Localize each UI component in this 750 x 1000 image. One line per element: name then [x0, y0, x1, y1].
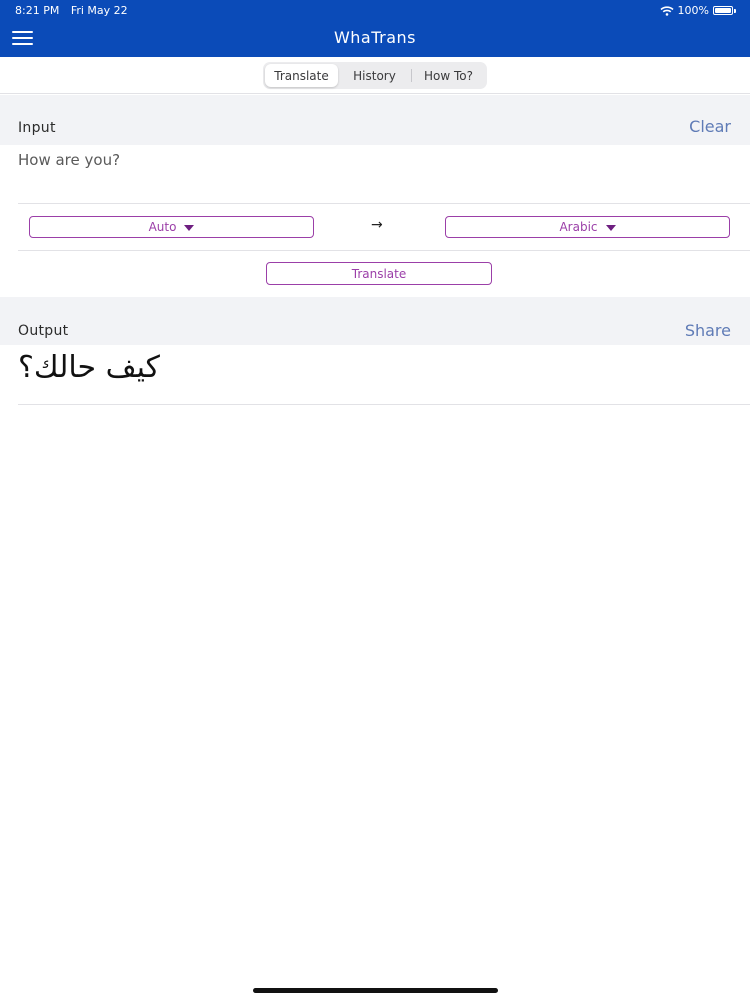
output-text: كيف حالك؟: [18, 350, 160, 385]
input-label: Input: [18, 120, 56, 136]
tab-segmented-control: Translate History How To?: [263, 62, 487, 89]
arrow-right-icon: →: [371, 217, 383, 233]
battery-percentage: 100%: [677, 4, 709, 17]
divider: [18, 404, 750, 405]
source-language-select[interactable]: Auto: [29, 216, 314, 238]
tab-history[interactable]: History: [338, 64, 411, 87]
clear-button[interactable]: Clear: [689, 117, 731, 136]
wifi-icon: [660, 5, 674, 16]
top-divider: [0, 93, 750, 94]
source-language-label: Auto: [148, 220, 177, 234]
app-header: 8:21 PM Fri May 22 100% WhaTrans: [0, 0, 750, 57]
status-time: 8:21 PM: [15, 4, 60, 17]
tab-translate[interactable]: Translate: [265, 64, 338, 87]
status-bar-right: 100%: [660, 4, 736, 17]
input-text-field[interactable]: How are you?: [18, 151, 732, 169]
target-language-label: Arabic: [559, 220, 598, 234]
status-date: Fri May 22: [70, 4, 128, 17]
divider: [18, 203, 750, 204]
share-button[interactable]: Share: [685, 321, 731, 340]
divider: [18, 250, 750, 251]
tab-how-to[interactable]: How To?: [412, 64, 485, 87]
home-indicator[interactable]: [253, 988, 498, 993]
caret-down-icon: [184, 224, 195, 231]
app-title: WhaTrans: [333, 28, 417, 47]
input-section-header: Input Clear: [0, 95, 750, 145]
translate-button[interactable]: Translate: [266, 262, 492, 285]
target-language-select[interactable]: Arabic: [445, 216, 730, 238]
output-section-header: Output Share: [0, 297, 750, 345]
caret-down-icon: [605, 224, 616, 231]
output-label: Output: [18, 323, 69, 339]
status-bar-left: 8:21 PM Fri May 22: [15, 4, 136, 17]
app-screen: 8:21 PM Fri May 22 100% WhaTrans Transla…: [0, 0, 750, 1000]
battery-icon: [713, 6, 736, 15]
